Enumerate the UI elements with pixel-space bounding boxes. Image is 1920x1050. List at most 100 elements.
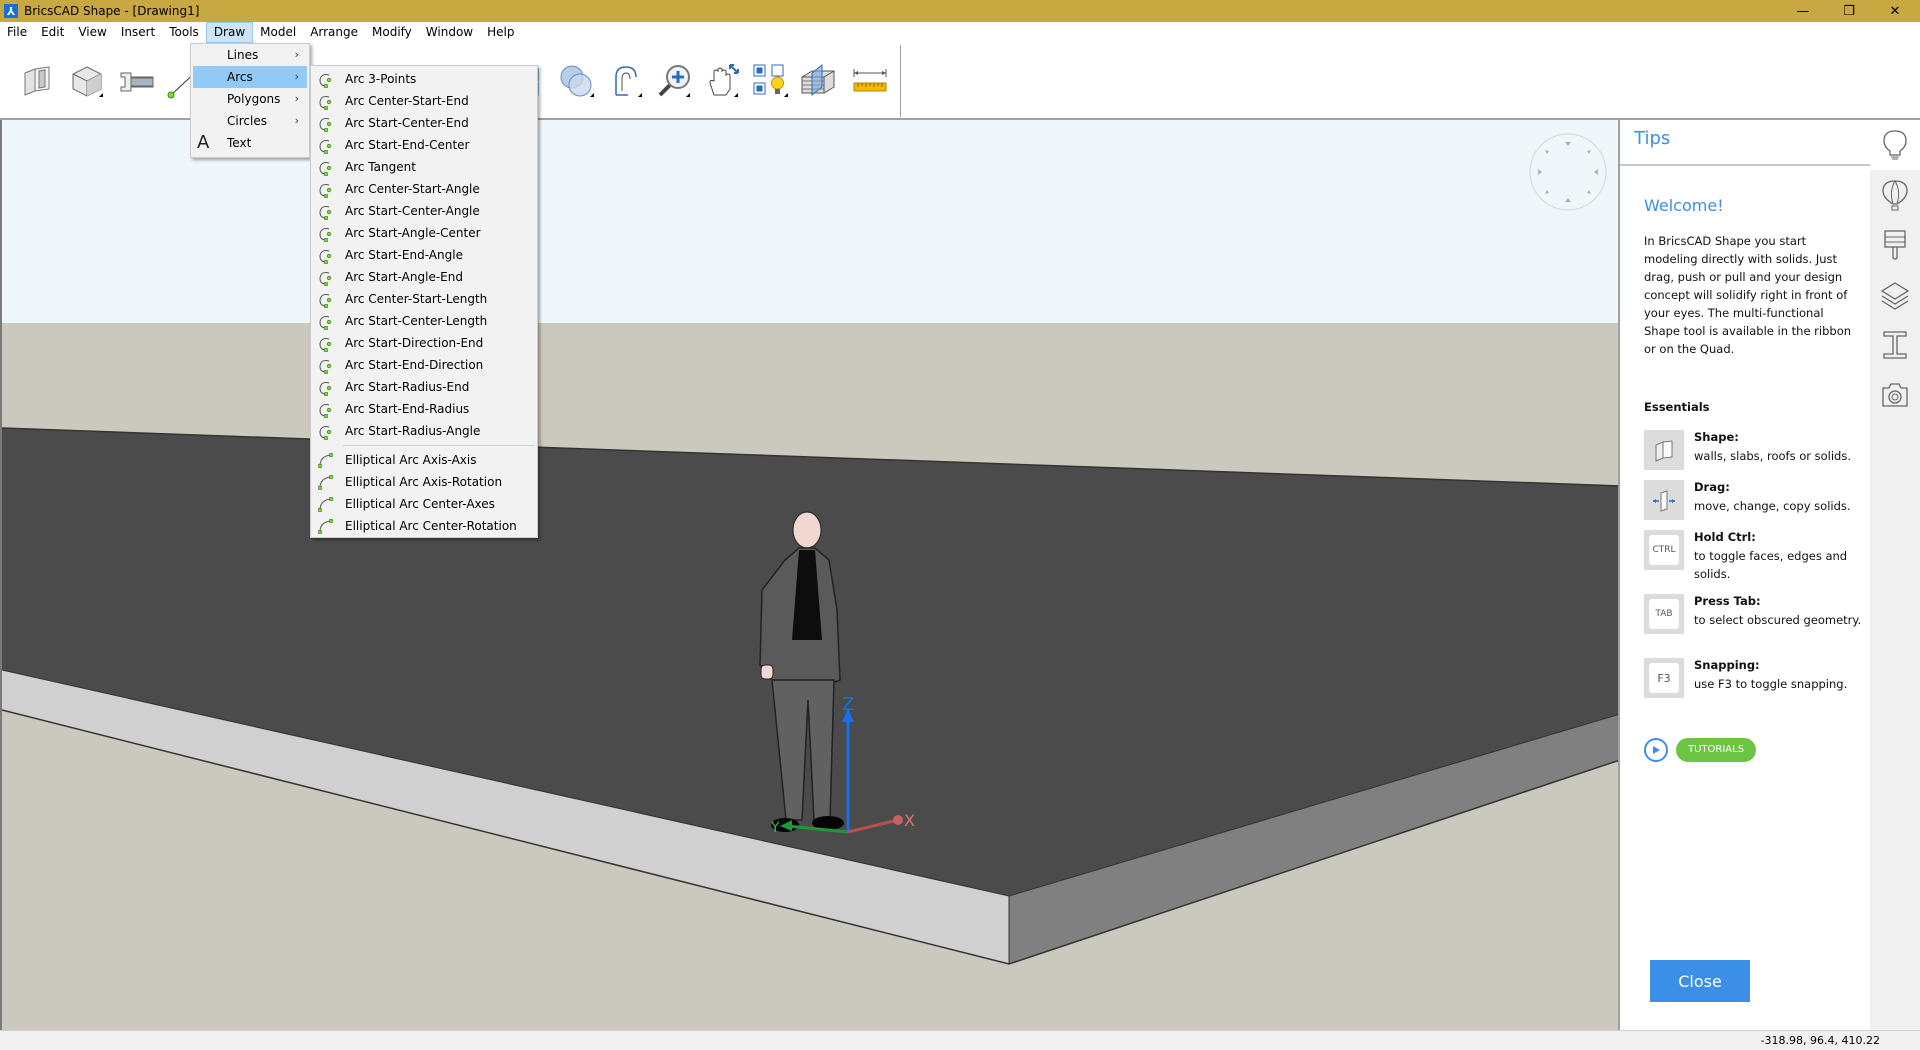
draw-menu-arcs[interactable]: Arcs ›: [193, 66, 307, 88]
elliptical-arc-icon: [318, 475, 333, 490]
measure-tool-button[interactable]: [850, 61, 890, 101]
arcs-menu-item[interactable]: Arc Tangent: [311, 156, 537, 178]
section-tool-button[interactable]: [798, 61, 838, 101]
arcs-menu-item[interactable]: Arc Start-Angle-End: [311, 266, 537, 288]
minimize-icon: —: [1796, 3, 1810, 19]
arcs-menu-item[interactable]: Arc Start-Center-End: [311, 112, 537, 134]
minimize-button[interactable]: —: [1780, 0, 1826, 22]
menu-window[interactable]: Window: [419, 22, 480, 43]
pan-orbit-icon: [709, 64, 739, 97]
menu-model[interactable]: Model: [253, 22, 303, 43]
arc-icon: [319, 228, 332, 242]
layers-icon: [1880, 282, 1910, 310]
shape-tool-button[interactable]: [17, 61, 57, 101]
visibility-tool-button[interactable]: [750, 61, 790, 101]
menu-arrange[interactable]: Arrange: [303, 22, 365, 43]
arc-icon: [319, 360, 332, 374]
push-pull-tool-button[interactable]: [606, 61, 646, 101]
arcs-menu-item[interactable]: Arc Start-End-Angle: [311, 244, 537, 266]
draw-menu-polygons[interactable]: Polygons ›: [193, 88, 307, 110]
draw-menu-text[interactable]: A Text: [193, 132, 307, 154]
axis-x-label: X: [904, 811, 915, 830]
section-icon: [801, 63, 835, 97]
text-A-icon: A: [197, 132, 210, 153]
arcs-menu-item[interactable]: Arc Start-Center-Length: [311, 310, 537, 332]
pan-tool-button[interactable]: [702, 61, 742, 101]
menu-help[interactable]: Help: [480, 22, 521, 43]
arcs-menu-item[interactable]: Arc Center-Start-End: [311, 90, 537, 112]
region-icon: [560, 65, 594, 97]
arcs-menu-item[interactable]: Arc Center-Start-Length: [311, 288, 537, 310]
paintbrush-icon: [1884, 230, 1906, 260]
menu-bar: File Edit View Insert Tools Draw Model A…: [0, 22, 1920, 43]
menu-view[interactable]: View: [71, 22, 113, 43]
welcome-heading: Welcome!: [1644, 196, 1724, 215]
menu-file[interactable]: File: [0, 22, 34, 43]
arc-icon: [319, 140, 332, 154]
restore-button[interactable]: ❐: [1826, 0, 1872, 22]
arcs-menu-item[interactable]: Arc Center-Start-Angle: [311, 178, 537, 200]
tab-key-icon: TAB: [1649, 599, 1679, 629]
arcs-menu-item[interactable]: Arc Start-End-Direction: [311, 354, 537, 376]
tips-tab[interactable]: [1870, 120, 1920, 170]
box-tool-button[interactable]: [67, 61, 107, 101]
arc-icon: [319, 338, 332, 352]
menu-tools[interactable]: Tools: [162, 22, 206, 43]
arcs-menu-item[interactable]: Arc Start-Radius-End: [311, 376, 537, 398]
elliptical-arcs-menu-item[interactable]: Elliptical Arc Center-Axes: [311, 493, 537, 515]
model-viewport[interactable]: Z Y X: [0, 120, 1618, 1030]
union-tool-button[interactable]: [556, 61, 596, 101]
paint-tab[interactable]: [1870, 220, 1920, 270]
menu-modify[interactable]: Modify: [365, 22, 419, 43]
arcs-submenu: Arc 3-Points Arc Center-Start-End Arc Star…: [310, 65, 538, 538]
view-compass[interactable]: [1529, 133, 1607, 211]
panel-sidebar: [1870, 120, 1920, 1030]
tutorials-button[interactable]: TUTORIALS: [1676, 738, 1757, 762]
elliptical-arcs-menu-item[interactable]: Elliptical Arc Axis-Rotation: [311, 471, 537, 493]
views-tab[interactable]: [1870, 370, 1920, 420]
cursor-coordinates: -318.98, 96.4, 410.22: [1760, 1034, 1880, 1047]
arcs-menu-item[interactable]: Arc Start-End-Radius: [311, 398, 537, 420]
draw-menu-circles[interactable]: Circles ›: [193, 110, 307, 132]
essential-drag: Drag: move, change, copy solids.: [1644, 480, 1870, 524]
ctrl-key-icon: CTRL: [1649, 535, 1679, 565]
close-tips-button[interactable]: Close: [1650, 960, 1750, 1002]
arc-icon: [319, 96, 332, 110]
balloon-icon: [1882, 180, 1908, 211]
menu-insert[interactable]: Insert: [114, 22, 162, 43]
structure-tab[interactable]: [1870, 320, 1920, 370]
arcs-menu-item[interactable]: Arc Start-Radius-Angle: [311, 420, 537, 442]
play-tutorials-button[interactable]: [1644, 738, 1668, 762]
beam-tool-button[interactable]: [117, 61, 157, 101]
elliptical-arc-icon: [318, 519, 333, 534]
arcs-menu-item[interactable]: Arc 3-Points: [311, 68, 537, 90]
f3-key-icon: F3: [1649, 663, 1679, 693]
close-window-button[interactable]: ✕: [1872, 0, 1918, 22]
arc-icon: [319, 426, 332, 440]
arcs-menu-item[interactable]: Arc Start-Angle-Center: [311, 222, 537, 244]
essentials-heading: Essentials: [1644, 400, 1710, 414]
chevron-right-icon: ›: [294, 92, 299, 105]
menu-edit[interactable]: Edit: [34, 22, 71, 43]
layers-tab[interactable]: [1870, 270, 1920, 320]
zoom-in-icon: [658, 65, 690, 97]
elliptical-arcs-menu-item[interactable]: Elliptical Arc Center-Rotation: [311, 515, 537, 537]
arcs-menu-item[interactable]: Arc Start-Center-Angle: [311, 200, 537, 222]
arc-icon: [319, 272, 332, 286]
arcs-menu-item[interactable]: Arc Start-Direction-End: [311, 332, 537, 354]
select-visibility-icon: [753, 64, 788, 97]
elliptical-arcs-menu-item[interactable]: Elliptical Arc Axis-Axis: [311, 449, 537, 471]
arc-icon: [319, 162, 332, 176]
menu-draw[interactable]: Draw: [205, 22, 254, 43]
axis-y-label: Y: [770, 820, 780, 836]
beam-profile-icon: [120, 72, 154, 92]
scene-canvas: Z Y X: [2, 120, 1618, 1030]
measure-icon: [853, 69, 887, 92]
arcs-menu-item[interactable]: Arc Start-End-Center: [311, 134, 537, 156]
materials-tab[interactable]: [1870, 170, 1920, 220]
zoom-tool-button[interactable]: [654, 61, 694, 101]
draw-menu-lines[interactable]: Lines ›: [193, 44, 307, 66]
arc-icon: [319, 382, 332, 396]
chevron-right-icon: ›: [294, 70, 299, 83]
draw-menu: Lines › Arcs › Polygons › Circles › A Text: [190, 43, 310, 158]
